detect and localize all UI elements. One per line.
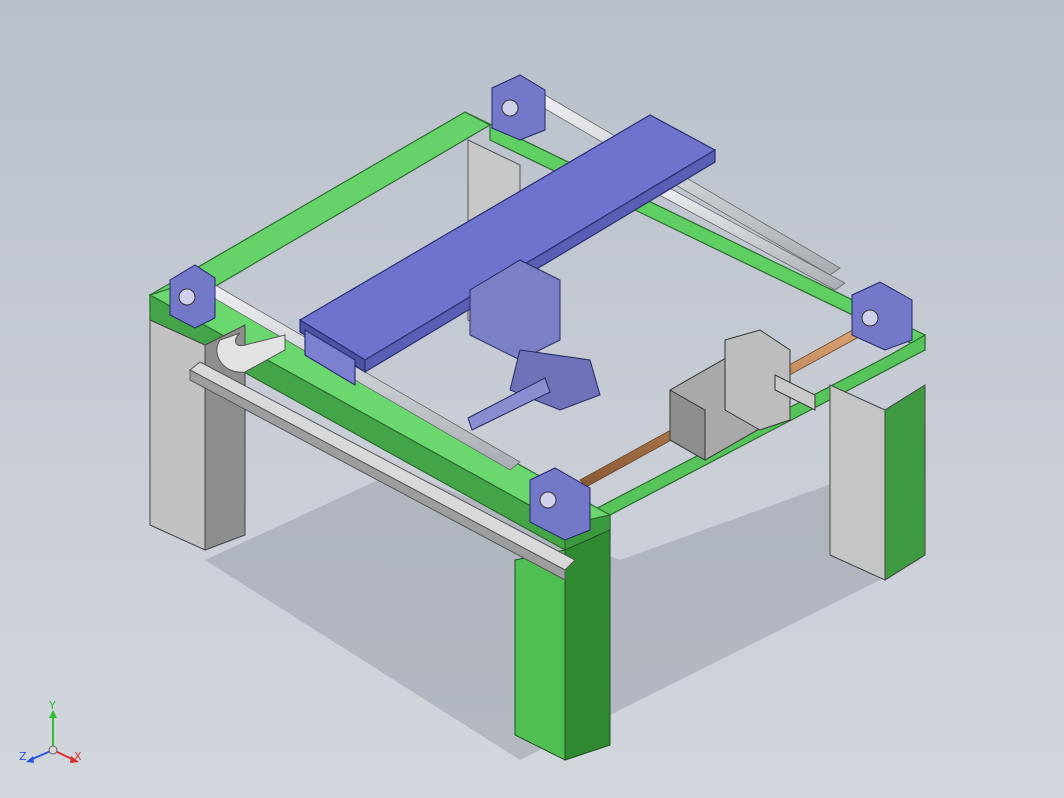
y-axis-icon: Y bbox=[48, 700, 57, 750]
z-axis-label: Z bbox=[19, 750, 27, 763]
coordinate-triad[interactable]: Y Z X bbox=[18, 700, 88, 775]
bearing-block-right bbox=[851, 281, 913, 351]
y-axis-label: Y bbox=[48, 700, 56, 712]
z-axis-head bbox=[467, 259, 601, 431]
z-axis-icon: Z bbox=[19, 749, 54, 763]
triad-origin-icon bbox=[48, 745, 58, 755]
x-axis-icon: X bbox=[52, 749, 82, 763]
gantry-model[interactable] bbox=[0, 0, 1064, 798]
x-axis-label: X bbox=[74, 750, 82, 763]
front-right-leg bbox=[829, 384, 926, 581]
cad-viewport[interactable]: Y Z X bbox=[0, 0, 1064, 798]
bearing-block-left bbox=[169, 264, 216, 329]
bearing-block-back bbox=[491, 74, 546, 141]
